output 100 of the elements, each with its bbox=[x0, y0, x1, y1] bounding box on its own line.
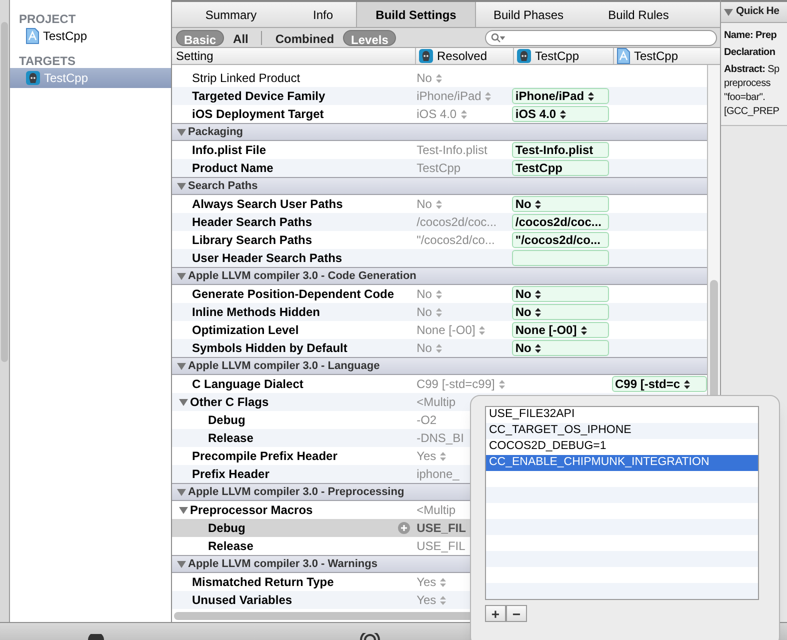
filter-button[interactable]: Combined bbox=[268, 30, 342, 46]
value-field[interactable]: No bbox=[512, 286, 610, 302]
disclosure-triangle-icon[interactable] bbox=[179, 398, 188, 406]
tab[interactable]: Build Phases bbox=[476, 2, 581, 27]
macro-item[interactable]: CC_TARGET_OS_IPHONE bbox=[486, 423, 758, 439]
stepper-icon[interactable] bbox=[535, 290, 542, 298]
add-button[interactable]: + bbox=[485, 605, 506, 622]
resolved-value: -O2 bbox=[416, 412, 437, 429]
stepper-icon[interactable] bbox=[560, 110, 566, 118]
section-header[interactable]: Search Paths bbox=[172, 177, 707, 195]
scrollbar-thumb[interactable] bbox=[1, 22, 8, 362]
value-field[interactable]: No bbox=[512, 196, 610, 212]
project-file-icon bbox=[26, 28, 39, 44]
value-field[interactable]: No bbox=[512, 340, 610, 356]
resolved-value: C99 [-std=c99] bbox=[416, 376, 495, 393]
setting-row[interactable]: Inline Methods Hidden No No bbox=[172, 303, 707, 321]
inspector-header[interactable]: Quick He bbox=[721, 0, 787, 23]
setting-row[interactable]: Symbols Hidden by Default No No bbox=[172, 339, 707, 357]
value-field[interactable]: iPhone/iPad bbox=[512, 88, 610, 104]
setting-name: User Header Search Paths bbox=[192, 250, 342, 267]
resolved-value: iOS 4.0 bbox=[416, 106, 457, 123]
disclosure-triangle-icon[interactable] bbox=[724, 8, 733, 16]
value-field[interactable]: None [-O0] bbox=[512, 322, 610, 338]
sidebar-item[interactable]: TestCpp bbox=[10, 26, 171, 46]
stepper-icon[interactable] bbox=[588, 92, 594, 100]
section-header[interactable]: Apple LLVM compiler 3.0 - Code Generation bbox=[172, 267, 707, 285]
tab[interactable]: Build Rules bbox=[581, 2, 696, 27]
stepper-icon[interactable] bbox=[535, 308, 542, 316]
help-text: [GCC_PREP bbox=[724, 105, 780, 119]
setting-row[interactable]: Product Name TestCpp TestCpp bbox=[172, 159, 707, 177]
column-header[interactable]: Setting bbox=[172, 48, 415, 64]
resolved-value: None [-O0] bbox=[416, 322, 476, 339]
stepper-icon[interactable] bbox=[535, 200, 542, 208]
remove-button[interactable]: − bbox=[506, 605, 527, 622]
section-header[interactable]: Packaging bbox=[172, 123, 707, 141]
target-circle-icon[interactable] bbox=[360, 633, 380, 640]
stepper-icon[interactable] bbox=[684, 380, 690, 388]
section-header[interactable]: Apple LLVM compiler 3.0 - Language bbox=[172, 357, 707, 375]
value-field[interactable]: TestCpp bbox=[512, 160, 610, 176]
value-field[interactable]: No bbox=[512, 304, 610, 320]
value-field[interactable]: C99 [-std=c bbox=[612, 376, 707, 392]
resolved-value: No bbox=[416, 340, 432, 357]
resolved-value: <Multip bbox=[416, 502, 456, 519]
resolved-value: Yes bbox=[416, 574, 436, 591]
setting-name: Always Search User Paths bbox=[192, 196, 343, 213]
macro-item[interactable]: CC_ENABLE_CHIPMUNK_INTEGRATION bbox=[486, 455, 758, 471]
stepper-icon[interactable] bbox=[535, 344, 542, 352]
value-field[interactable]: /cocos2d/coc... bbox=[512, 214, 610, 230]
setting-name: Info.plist File bbox=[192, 142, 266, 159]
resolved-value: <Multip bbox=[416, 394, 456, 411]
disclosure-triangle-icon[interactable] bbox=[177, 488, 186, 496]
disclosure-triangle-icon[interactable] bbox=[177, 560, 186, 568]
filter-button[interactable]: All bbox=[226, 30, 256, 46]
value-field[interactable] bbox=[512, 250, 610, 266]
resolved-value: /cocos2d/coc... bbox=[416, 214, 497, 231]
setting-name: Prefix Header bbox=[192, 466, 270, 483]
column-header[interactable]: TestCpp bbox=[613, 48, 708, 64]
setting-row[interactable]: Header Search Paths /cocos2d/coc... /cocos2d/coc... bbox=[172, 213, 707, 231]
tab[interactable]: Summary bbox=[172, 2, 290, 27]
setting-name: Optimization Level bbox=[192, 322, 299, 339]
value-field[interactable]: iOS 4.0 bbox=[512, 106, 610, 122]
setting-name: Other C Flags bbox=[190, 394, 269, 411]
setting-name: Library Search Paths bbox=[192, 232, 312, 249]
disclosure-triangle-icon[interactable] bbox=[177, 182, 186, 190]
value-field[interactable]: Test-Info.plist bbox=[512, 142, 610, 158]
setting-name: Release bbox=[208, 430, 254, 447]
disclosure-triangle-icon[interactable] bbox=[177, 128, 186, 136]
disclosure-triangle-icon[interactable] bbox=[177, 272, 186, 280]
setting-row[interactable]: User Header Search Paths bbox=[172, 249, 707, 267]
setting-name: Generate Position-Dependent Code bbox=[192, 286, 394, 303]
help-text: "foo=bar". bbox=[724, 91, 766, 105]
value-field[interactable]: "/cocos2d/co... bbox=[512, 232, 610, 248]
setting-name: Inline Methods Hidden bbox=[192, 304, 320, 321]
search-field[interactable] bbox=[485, 30, 717, 46]
stepper-icon[interactable] bbox=[580, 326, 587, 334]
app-icon bbox=[26, 71, 40, 85]
resolved-value: Test-Info.plist bbox=[416, 142, 488, 159]
setting-name: Unused Variables bbox=[192, 592, 292, 609]
search-icon[interactable] bbox=[491, 32, 505, 42]
setting-name: Release bbox=[208, 538, 254, 555]
help-text: Abstract: Sp bbox=[724, 63, 780, 77]
setting-name: Strip Linked Product bbox=[192, 70, 300, 87]
disclosure-triangle-icon[interactable] bbox=[177, 362, 186, 370]
tab[interactable]: Info bbox=[290, 2, 356, 27]
resolved-value: iPhone/iPad bbox=[416, 88, 482, 105]
add-circle-icon[interactable] bbox=[398, 522, 410, 534]
disclosure-triangle-icon[interactable] bbox=[179, 506, 188, 514]
resolved-value: USE_FIL bbox=[416, 538, 466, 555]
setting-name: Symbols Hidden by Default bbox=[192, 340, 348, 357]
setting-name: Debug bbox=[208, 412, 246, 429]
resolved-value: -DNS_BI bbox=[416, 430, 464, 447]
tab[interactable]: Build Settings bbox=[356, 2, 476, 27]
sidebar-heading: PROJECT bbox=[18, 11, 77, 26]
column-header[interactable]: Resolved bbox=[415, 48, 513, 64]
help-text: Declaration bbox=[724, 46, 776, 60]
setting-name: C Language Dialect bbox=[192, 376, 304, 393]
setting-row[interactable]: Targeted Device Family iPhone/iPad iPhone/iPad bbox=[172, 87, 707, 105]
column-header[interactable]: TestCpp bbox=[513, 48, 613, 64]
help-text: Name: Prep bbox=[724, 29, 778, 43]
resolved-value: No bbox=[416, 286, 432, 303]
